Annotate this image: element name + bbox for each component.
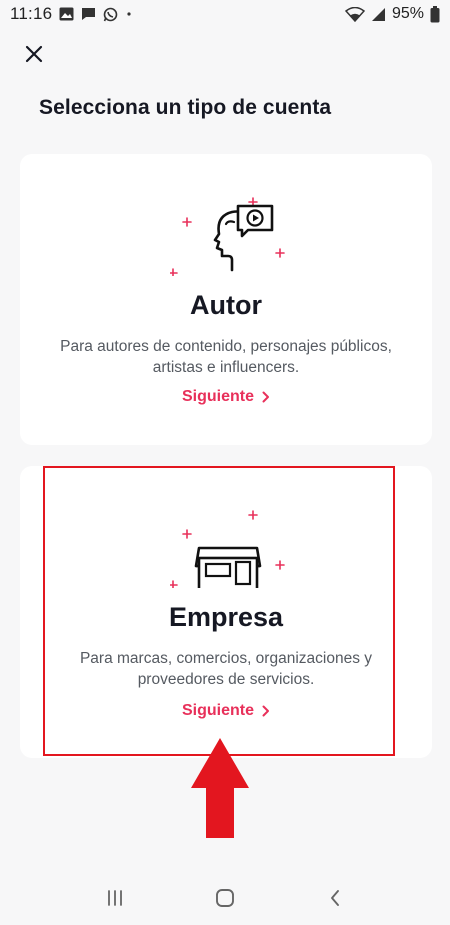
status-left: 11:16 xyxy=(10,4,133,24)
storefront-icon xyxy=(170,510,285,588)
close-icon xyxy=(25,45,43,63)
page-title: Selecciona un tipo de cuenta xyxy=(39,96,332,119)
back-button[interactable] xyxy=(315,883,355,913)
close-button[interactable] xyxy=(20,40,48,68)
status-time: 11:16 xyxy=(10,4,53,23)
recents-button[interactable] xyxy=(95,883,135,913)
status-bar: 11:16 95% xyxy=(0,0,450,28)
wifi-icon xyxy=(344,6,365,22)
system-nav-bar xyxy=(0,870,450,925)
signal-icon xyxy=(371,7,385,21)
home-button[interactable] xyxy=(205,883,245,913)
siguiente-link-empresa[interactable]: Siguiente xyxy=(20,702,432,720)
account-type-card-autor[interactable]: Autor Para autores de contenido, persona… xyxy=(20,154,432,445)
home-icon xyxy=(216,888,234,907)
whatsapp-icon xyxy=(103,7,118,21)
chevron-right-icon xyxy=(262,705,269,717)
up-arrow-icon xyxy=(191,738,249,838)
card-description-autor: Para autores de contenido, personajes pú… xyxy=(60,338,392,376)
recents-icon xyxy=(108,889,122,906)
card-description-empresa: Para marcas, comercios, organizaciones y… xyxy=(79,650,373,688)
back-icon xyxy=(331,889,339,906)
account-type-card-empresa[interactable]: Empresa Para marcas, comercios, organiza… xyxy=(20,466,432,758)
siguiente-link-autor[interactable]: Siguiente xyxy=(20,388,432,406)
chevron-right-icon xyxy=(262,391,269,403)
message-icon xyxy=(82,8,96,20)
card-title-autor: Autor xyxy=(190,290,262,320)
siguiente-label: Siguiente xyxy=(181,702,254,719)
creator-head-icon xyxy=(170,197,285,276)
status-right: 95% xyxy=(344,5,440,23)
card-title-empresa: Empresa xyxy=(168,602,284,632)
siguiente-label: Siguiente xyxy=(181,388,254,405)
battery-icon xyxy=(430,5,440,22)
dot-icon xyxy=(127,12,131,16)
image-icon xyxy=(59,7,74,21)
battery-text: 95% xyxy=(391,5,424,22)
